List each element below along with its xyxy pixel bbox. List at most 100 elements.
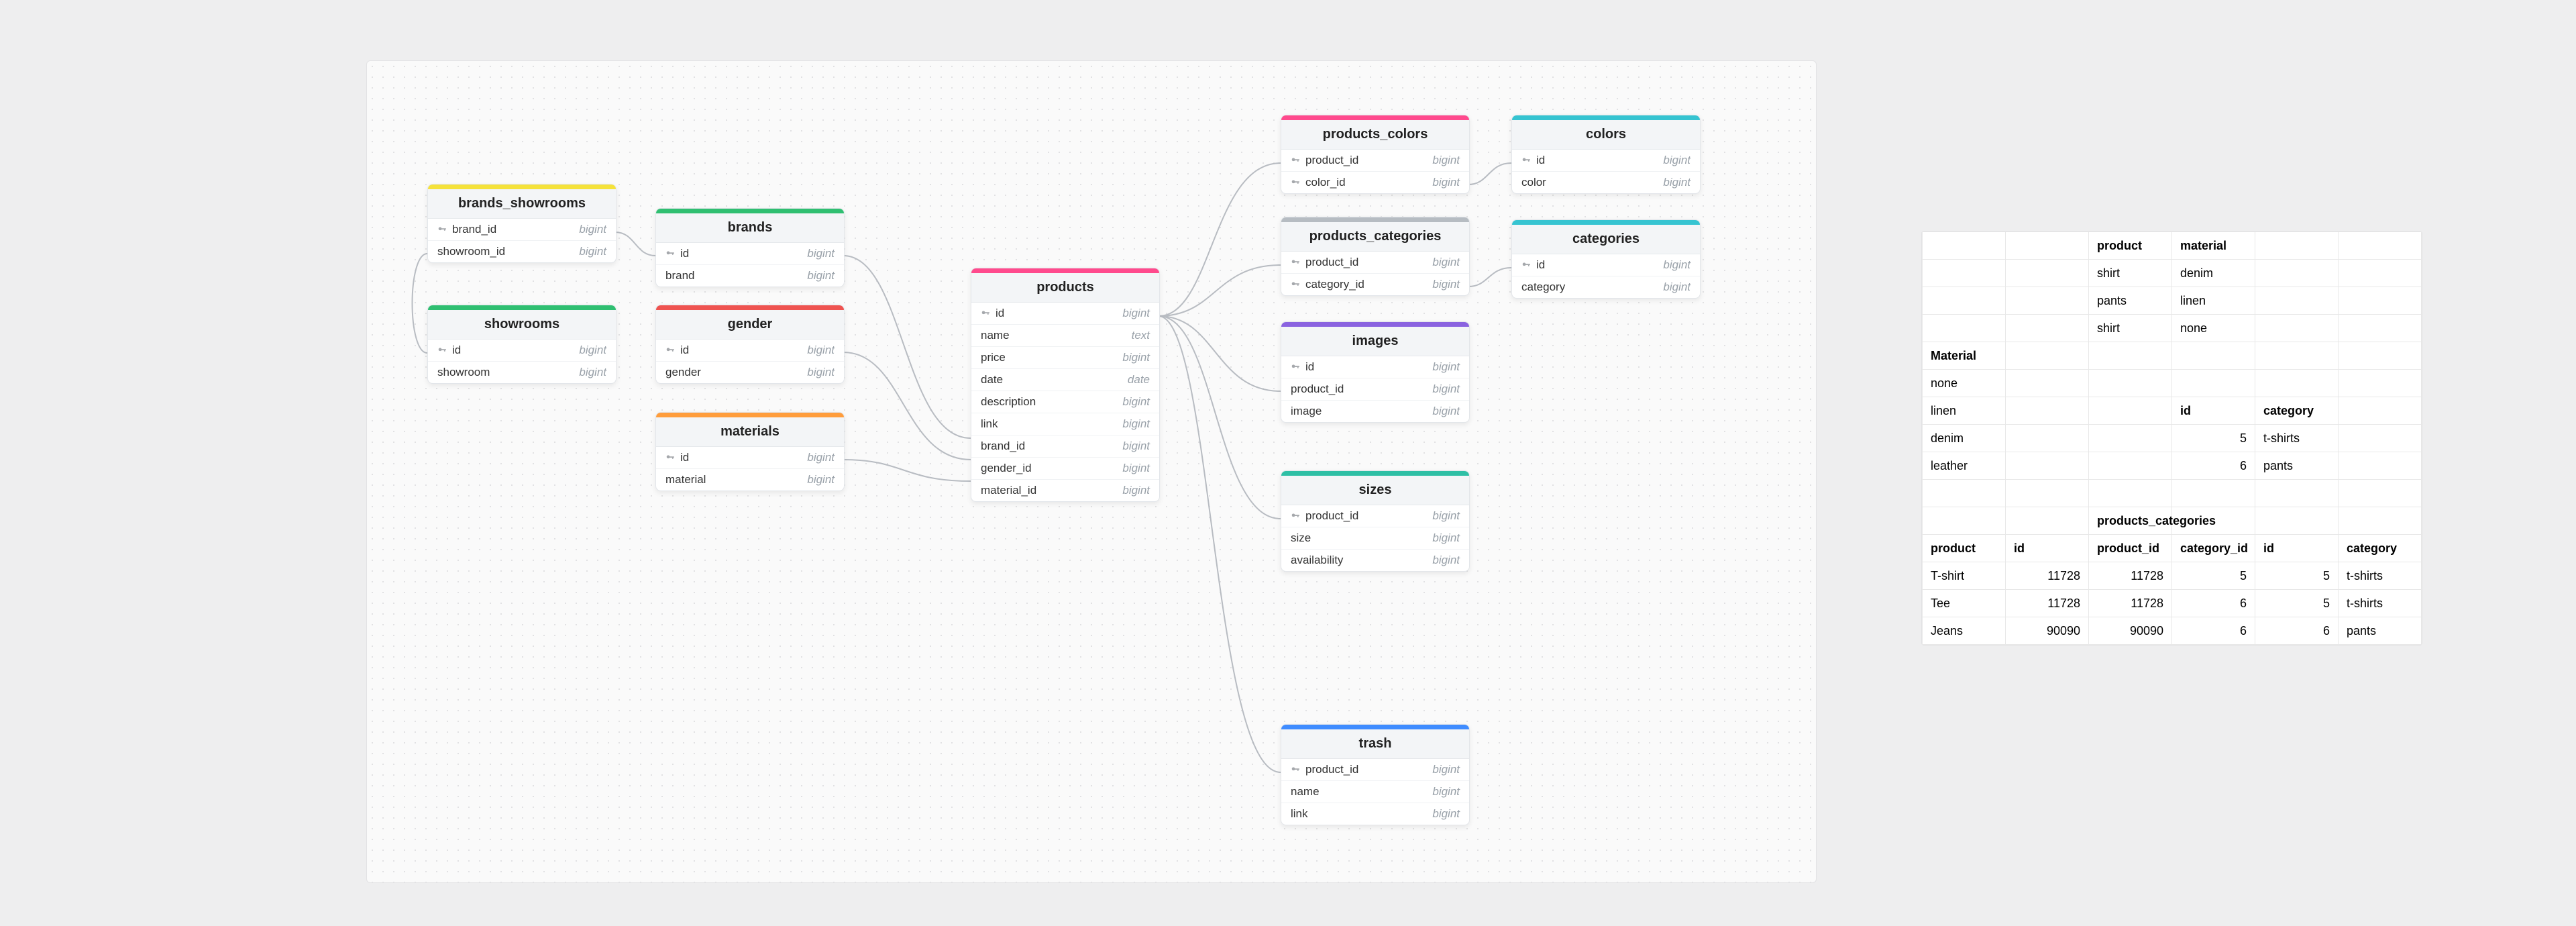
cell[interactable]: category_id [2172,535,2255,562]
cell[interactable]: 6 [2255,617,2339,645]
cell[interactable]: pants [2089,287,2172,315]
cell[interactable]: material [2172,232,2255,260]
cell[interactable]: product [2089,232,2172,260]
cell[interactable] [2089,452,2172,480]
cell[interactable] [2006,507,2089,535]
cell[interactable] [2339,342,2422,370]
cell[interactable] [2255,342,2339,370]
cell[interactable]: category [2339,535,2422,562]
cell[interactable]: 6 [2172,590,2255,617]
cell[interactable] [2006,480,2089,507]
entity-brands_showrooms[interactable]: brands_showroomsbrand_idbigintshowroom_i… [427,184,616,263]
cell[interactable] [2255,315,2339,342]
cell[interactable] [1923,260,2006,287]
cell[interactable]: 90090 [2006,617,2089,645]
cell[interactable]: products_categories [2089,507,2172,535]
cell[interactable]: 6 [2172,617,2255,645]
entity-products[interactable]: productsidbigintnametextpricebigintdated… [971,268,1160,502]
cell[interactable]: product_id [2089,535,2172,562]
cell[interactable]: t-shirts [2339,562,2422,590]
cell[interactable]: none [1923,370,2006,397]
entity-categories[interactable]: categoriesidbigintcategorybigint [1511,219,1701,299]
cell[interactable]: 5 [2172,562,2255,590]
cell[interactable] [2255,232,2339,260]
cell[interactable]: 90090 [2089,617,2172,645]
cell[interactable]: T-shirt [1923,562,2006,590]
entity-showrooms[interactable]: showroomsidbigintshowroombigint [427,305,616,384]
cell[interactable]: shirt [2089,260,2172,287]
cell[interactable]: pants [2339,617,2422,645]
cell[interactable] [2255,260,2339,287]
cell[interactable] [1923,232,2006,260]
cell[interactable]: Tee [1923,590,2006,617]
cell[interactable] [2006,452,2089,480]
entity-gender[interactable]: genderidbigintgenderbigint [655,305,845,384]
cell[interactable] [2006,315,2089,342]
cell[interactable] [2255,370,2339,397]
cell[interactable] [2339,315,2422,342]
cell[interactable]: category [2255,397,2339,425]
cell[interactable]: id [2255,535,2339,562]
entity-products_categories[interactable]: products_categoriesproduct_idbigintcateg… [1281,217,1470,296]
cell[interactable]: linen [1923,397,2006,425]
cell[interactable] [2089,480,2172,507]
cell[interactable] [2089,425,2172,452]
cell[interactable]: 11728 [2006,590,2089,617]
entity-images[interactable]: imagesidbigintproduct_idbigintimagebigin… [1281,321,1470,423]
cell[interactable]: Material [1923,342,2006,370]
cell[interactable]: id [2172,397,2255,425]
erd-canvas[interactable]: brands_showroomsbrand_idbigintshowroom_i… [366,60,1817,883]
cell[interactable]: leather [1923,452,2006,480]
cell[interactable] [2006,397,2089,425]
cell[interactable] [2172,370,2255,397]
cell[interactable] [1923,507,2006,535]
entity-colors[interactable]: colorsidbigintcolorbigint [1511,115,1701,194]
cell[interactable] [2339,370,2422,397]
cell[interactable]: Jeans [1923,617,2006,645]
cell[interactable]: 11728 [2006,562,2089,590]
cell[interactable] [1923,287,2006,315]
cell[interactable]: denim [2172,260,2255,287]
cell[interactable]: product [1923,535,2006,562]
entity-brands[interactable]: brandsidbigintbrandbigint [655,208,845,287]
cell[interactable]: 5 [2255,562,2339,590]
cell[interactable]: pants [2255,452,2339,480]
cell[interactable]: none [2172,315,2255,342]
cell[interactable] [2339,507,2422,535]
cell[interactable] [2339,397,2422,425]
cell[interactable] [2339,425,2422,452]
cell[interactable] [2006,260,2089,287]
cell[interactable] [2006,232,2089,260]
cell[interactable]: id [2006,535,2089,562]
cell[interactable] [2255,507,2339,535]
cell[interactable] [2006,287,2089,315]
cell[interactable] [2006,425,2089,452]
cell[interactable]: shirt [2089,315,2172,342]
spreadsheet-panel[interactable]: productmaterialshirtdenimpantslinenshirt… [1921,231,2422,646]
cell[interactable] [1923,480,2006,507]
cell[interactable]: t-shirts [2255,425,2339,452]
cell[interactable] [2339,260,2422,287]
cell[interactable] [2255,480,2339,507]
cell[interactable] [2339,480,2422,507]
cell[interactable] [2089,342,2172,370]
entity-sizes[interactable]: sizesproduct_idbigintsizebigintavailabil… [1281,470,1470,572]
cell[interactable] [2339,232,2422,260]
entity-trash[interactable]: trashproduct_idbigintnamebigintlinkbigin… [1281,724,1470,825]
cell[interactable] [2339,287,2422,315]
cell[interactable] [2339,452,2422,480]
cell[interactable]: 5 [2255,590,2339,617]
cell[interactable] [2089,397,2172,425]
cell[interactable]: 5 [2172,425,2255,452]
cell[interactable] [2172,342,2255,370]
cell[interactable] [2255,287,2339,315]
cell[interactable]: denim [1923,425,2006,452]
cell[interactable] [2006,370,2089,397]
cell[interactable]: 11728 [2089,590,2172,617]
cell[interactable]: linen [2172,287,2255,315]
cell[interactable]: 6 [2172,452,2255,480]
entity-materials[interactable]: materialsidbigintmaterialbigint [655,412,845,491]
cell[interactable] [2006,342,2089,370]
cell[interactable] [2172,480,2255,507]
entity-products_colors[interactable]: products_colorsproduct_idbigintcolor_idb… [1281,115,1470,194]
